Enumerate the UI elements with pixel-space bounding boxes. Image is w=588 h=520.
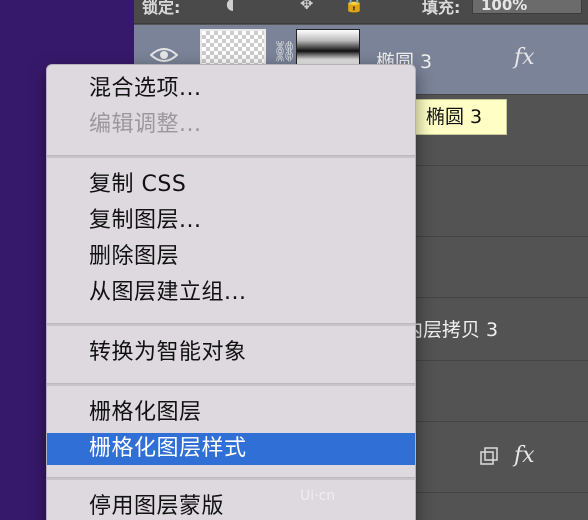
lock-pixels-icon[interactable]: ◖ [226,0,234,13]
menu-item-disable-layer-mask[interactable]: 停用图层蒙版 [47,491,415,520]
menu-item-group-from-layers[interactable]: 从图层建立组... [47,277,415,309]
menu-item-copy-css[interactable]: 复制 CSS [47,169,415,201]
menu-item-rasterize-layer-style[interactable]: 栅格化图层样式 [47,433,415,465]
eye-icon[interactable] [150,46,178,64]
link-icon[interactable]: ⛓ [272,39,297,63]
layers-toolbar: 锁定: ◖ ✥ 🔒 填充: 100% [134,0,588,24]
layer-name[interactable]: 内层拷贝 3 [404,315,498,342]
lock-position-icon[interactable]: ✥ [300,0,313,13]
fx-icon[interactable]: fx [514,443,535,468]
watermark: Ui·cn [300,488,336,504]
lock-label: 锁定: [142,0,181,17]
menu-separator [47,383,415,386]
menu-item-convert-smart-object[interactable]: 转换为智能对象 [47,337,415,369]
fx-icon[interactable]: fx [514,45,535,70]
lock-all-icon[interactable]: 🔒 [344,0,364,13]
menu-item-edit-adjustment: 编辑调整... [89,112,202,137]
menu-separator [47,323,415,326]
layer-context-menu: 混合选项... 编辑调整... 复制 CSS 复制图层... 删除图层 从图层建… [46,64,416,520]
menu-item-duplicate-layer[interactable]: 复制图层... [47,205,415,237]
menu-item-delete-layer[interactable]: 删除图层 [47,241,415,273]
menu-separator [47,477,415,480]
layer-name-tooltip: 椭圆 3 [415,99,507,135]
menu-item-rasterize-layer[interactable]: 栅格化图层 [47,397,415,429]
fill-label: 填充: [422,0,461,17]
menu-item-blending-options[interactable]: 混合选项... [47,73,415,105]
fill-field[interactable]: 100% [472,0,582,14]
menu-separator [47,155,415,158]
smart-object-icon [480,447,498,465]
